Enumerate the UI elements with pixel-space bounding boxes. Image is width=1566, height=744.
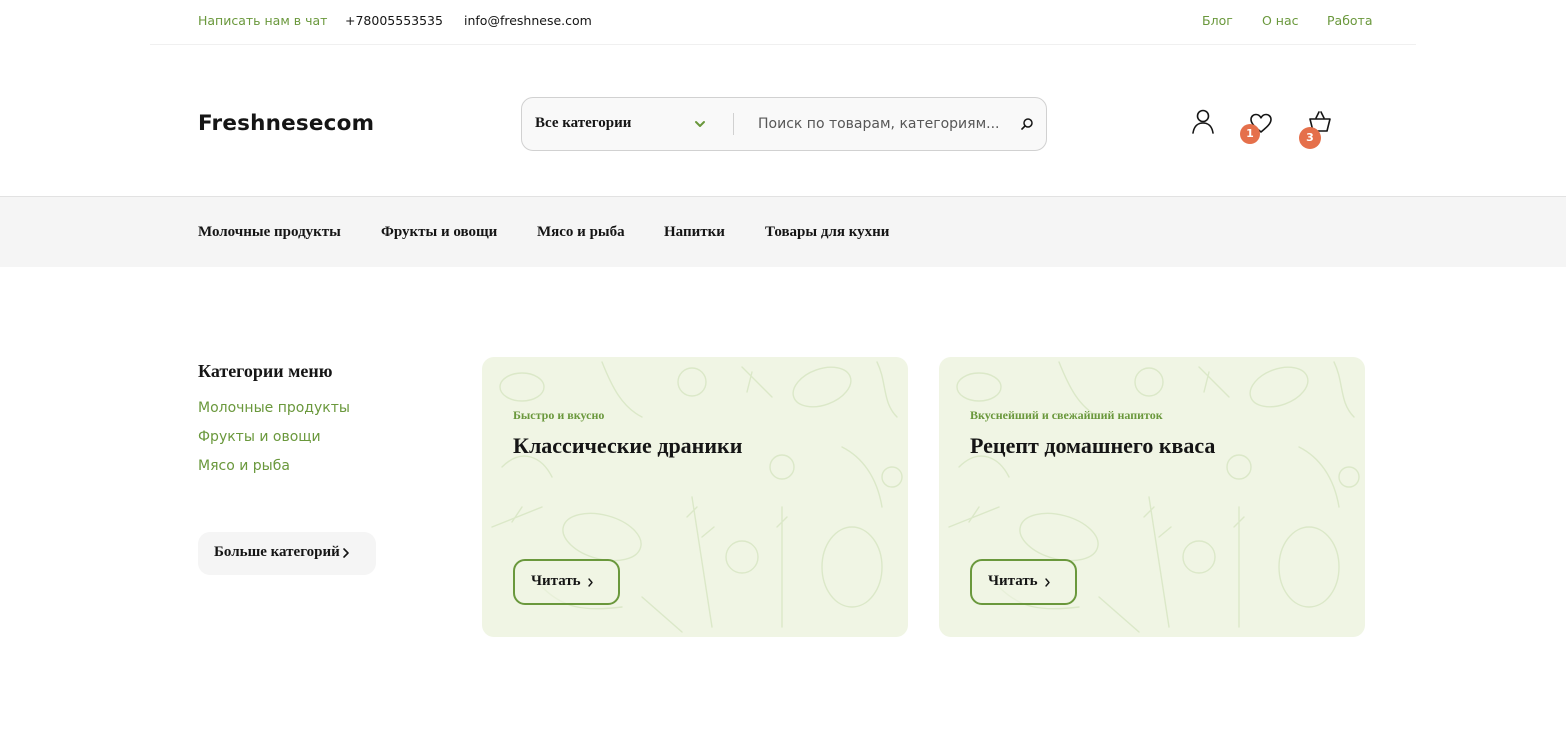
sidebar-item-fruits-vegetables[interactable]: Фрукты и овощи: [198, 429, 321, 445]
user-icon[interactable]: [1190, 109, 1216, 135]
read-button-label: Читать: [531, 573, 581, 589]
card-kicker: Вкуснейший и свежайший напиток: [970, 408, 1163, 422]
category-select[interactable]: Все категории: [535, 115, 631, 132]
nav-item-dairy[interactable]: Молочные продукты: [198, 224, 341, 241]
search-input[interactable]: [758, 110, 998, 138]
email-link[interactable]: info@freshnese.com: [464, 13, 592, 28]
nav-item-kitchen[interactable]: Товары для кухни: [765, 224, 889, 241]
sidebar-title: Категории меню: [198, 361, 333, 381]
category-nav: Молочные продукты Фрукты и овощи Мясо и …: [0, 196, 1566, 267]
card-title: Рецепт домашнего кваса: [970, 433, 1216, 458]
read-button-label: Читать: [988, 573, 1038, 589]
chat-link[interactable]: Написать нам в чат: [198, 13, 327, 28]
cart-count-badge: 3: [1299, 127, 1321, 149]
phone-link[interactable]: +78005553535: [345, 13, 443, 28]
read-button[interactable]: Читать: [970, 559, 1077, 605]
search-divider: [733, 113, 734, 135]
recipe-card: Вкуснейший и свежайший напиток Рецепт до…: [939, 357, 1365, 637]
jobs-link[interactable]: Работа: [1327, 13, 1373, 28]
blog-link[interactable]: Блог: [1202, 13, 1233, 28]
card-kicker: Быстро и вкусно: [513, 408, 605, 422]
nav-item-meat-fish[interactable]: Мясо и рыба: [537, 224, 625, 241]
sidebar-item-meat-fish[interactable]: Мясо и рыба: [198, 458, 290, 474]
chevron-right-icon: [343, 548, 349, 558]
about-link[interactable]: О нас: [1262, 13, 1299, 28]
wishlist-count-badge: 1: [1240, 124, 1260, 144]
chevron-right-icon: [1045, 578, 1050, 587]
chevron-right-icon: [588, 578, 593, 587]
more-categories-button[interactable]: Больше категорий: [198, 532, 376, 575]
chevron-down-icon[interactable]: [692, 116, 708, 132]
nav-item-fruits-vegetables[interactable]: Фрукты и овощи: [381, 224, 497, 241]
read-button[interactable]: Читать: [513, 559, 620, 605]
site-logo[interactable]: Freshnesecom: [198, 111, 374, 136]
card-title: Классические драники: [513, 433, 743, 458]
recipe-card: Быстро и вкусно Классические драники Чит…: [482, 357, 908, 637]
sidebar-item-dairy[interactable]: Молочные продукты: [198, 400, 350, 416]
top-bar: Написать нам в чат +78005553535 info@fre…: [150, 0, 1416, 45]
nav-item-drinks[interactable]: Напитки: [664, 224, 725, 241]
more-categories-label: Больше категорий: [214, 544, 340, 560]
search-icon[interactable]: [1018, 115, 1036, 133]
search-bar: Все категории: [521, 97, 1047, 151]
